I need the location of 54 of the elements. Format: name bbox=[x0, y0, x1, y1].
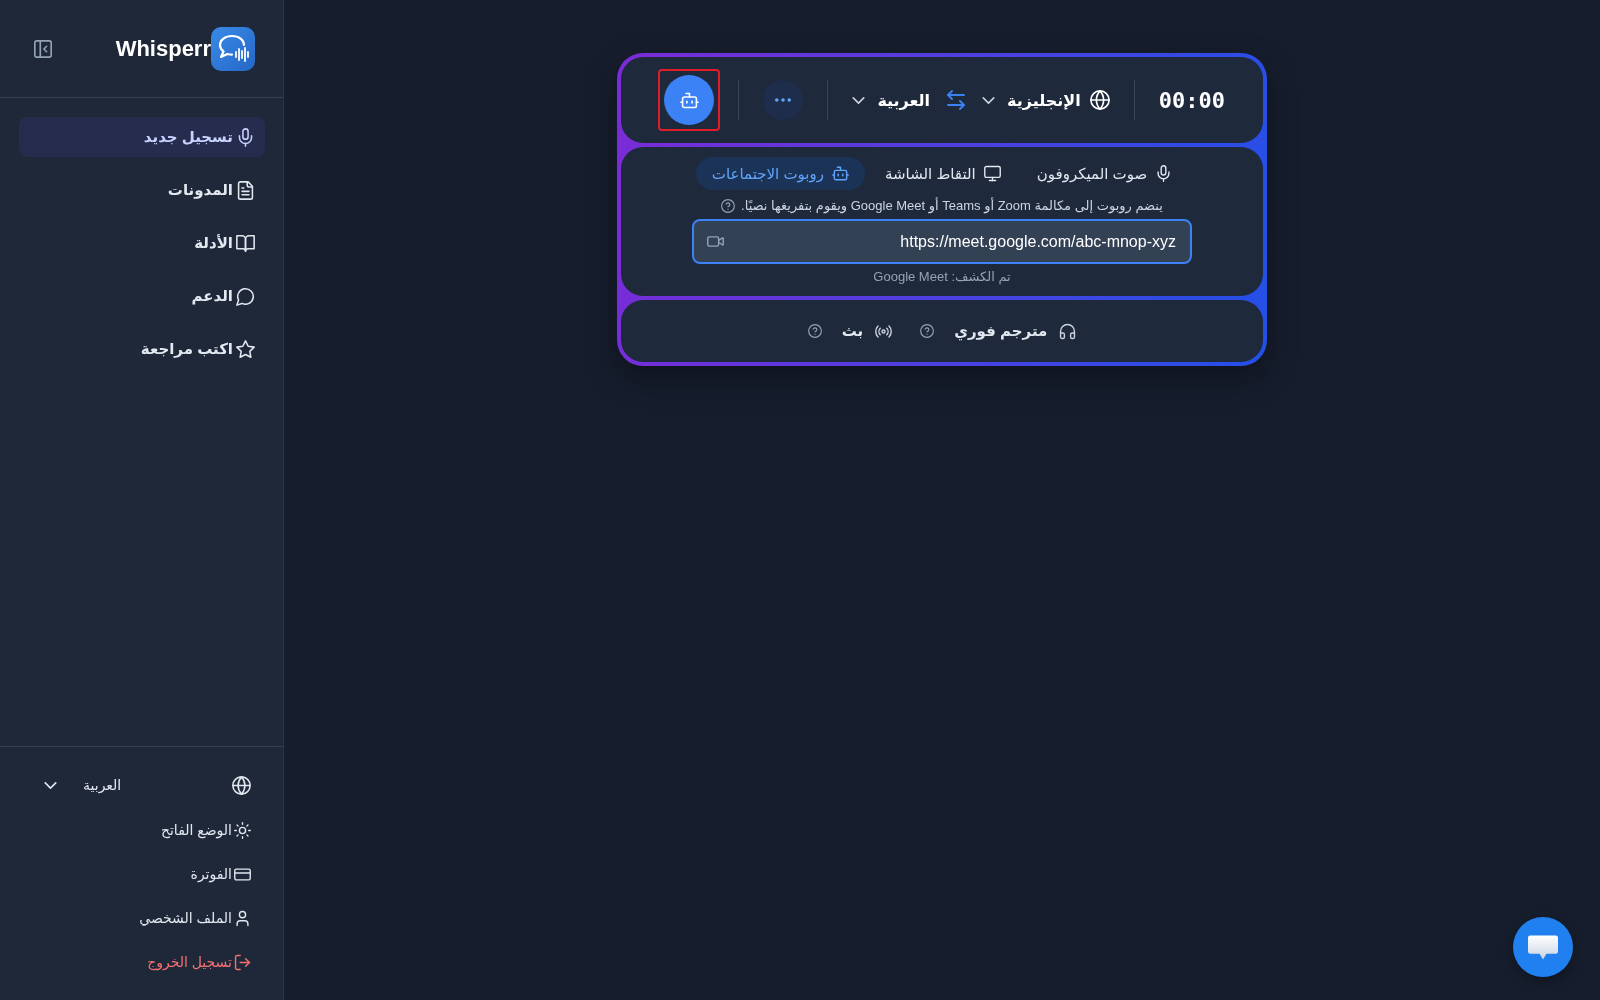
feature-toggle[interactable]: بث bbox=[841, 322, 893, 340]
person-icon bbox=[234, 909, 251, 927]
swap-languages-button[interactable] bbox=[946, 90, 967, 110]
microphone-icon bbox=[1155, 165, 1173, 182]
video-camera-icon bbox=[707, 233, 724, 250]
chevron-down-icon bbox=[852, 96, 866, 104]
sidebar-link[interactable]: الملف الشخصي bbox=[139, 903, 251, 933]
meeting-url-input[interactable]: https://meet.google.com/abc-mnop-xyz bbox=[692, 219, 1192, 264]
robot-icon bbox=[679, 90, 699, 110]
help-icon[interactable] bbox=[721, 198, 736, 213]
source-tab[interactable]: روبوت الاجتماعات bbox=[695, 157, 865, 190]
globe-icon bbox=[232, 775, 251, 795]
timer: 00:00 bbox=[1158, 87, 1225, 113]
help-icon[interactable] bbox=[920, 324, 935, 338]
help-icon[interactable] bbox=[807, 324, 822, 338]
feature-toggle[interactable]: مترجم فوري bbox=[954, 322, 1077, 340]
collapse-sidebar-button[interactable] bbox=[33, 38, 53, 59]
meeting-bot-button[interactable] bbox=[664, 75, 715, 125]
swap-arrows-icon bbox=[946, 90, 967, 110]
sidebar-link[interactable]: الفوترة bbox=[190, 859, 251, 889]
document-icon bbox=[236, 180, 255, 200]
logout-icon bbox=[234, 953, 251, 971]
open-book-icon bbox=[236, 233, 255, 253]
detected-platform-text: تم الكشف: Google Meet bbox=[873, 269, 1011, 284]
logo-icon bbox=[211, 26, 255, 71]
chevron-down-icon bbox=[44, 781, 57, 789]
headphones-icon bbox=[1059, 322, 1077, 340]
nav-item[interactable]: الدعم bbox=[19, 276, 265, 316]
robot-icon bbox=[831, 165, 849, 182]
source-language-select[interactable]: الإنجليزية bbox=[982, 90, 1110, 110]
chevron-down-icon bbox=[982, 96, 996, 104]
nav-item[interactable]: تسجيل جديد bbox=[19, 117, 265, 157]
nav-item[interactable]: اكتب مراجعة bbox=[19, 329, 265, 369]
source-tab[interactable]: التقاط الشاشة bbox=[868, 157, 1017, 190]
microphone-icon bbox=[236, 127, 255, 147]
hint-text: ينضم روبوت إلى مكالمة Zoom أو Teams أو Google Meet ويقوم بتفريغها نصيًا. bbox=[741, 198, 1163, 213]
nav-item[interactable]: الأدلة bbox=[19, 223, 265, 263]
globe-icon bbox=[1089, 90, 1110, 110]
sidebar-link[interactable]: تسجيل الخروج bbox=[147, 947, 251, 977]
speech-bubble-icon bbox=[236, 286, 255, 306]
source-tab[interactable]: صوت الميكروفون bbox=[1020, 157, 1189, 190]
nav-item[interactable]: المدونات bbox=[19, 170, 265, 210]
star-icon bbox=[236, 339, 255, 359]
sun-icon bbox=[234, 821, 251, 839]
chat-bubble-icon bbox=[1528, 934, 1558, 960]
credit-card-icon bbox=[234, 865, 251, 883]
sidebar-link[interactable]: الوضع الفاتح bbox=[160, 815, 251, 845]
monitor-icon bbox=[983, 165, 1001, 182]
logo-text: Whisperr bbox=[115, 35, 211, 62]
language-select[interactable]: العربية bbox=[44, 773, 122, 797]
more-dots-icon bbox=[775, 98, 792, 102]
chat-button[interactable] bbox=[1513, 917, 1573, 977]
panel-left-icon bbox=[33, 38, 53, 59]
target-language-select[interactable]: العربية bbox=[852, 90, 931, 110]
